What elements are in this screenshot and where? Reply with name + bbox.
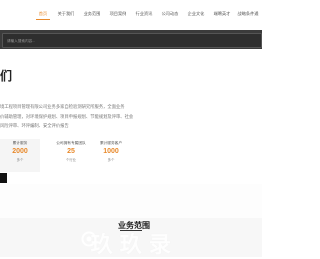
stat-unit: 多个 [107, 158, 115, 162]
nav-item-business[interactable]: 业务范围 [84, 11, 101, 17]
about-title: 们 [0, 69, 13, 83]
nav-item-home[interactable]: 首页 [39, 11, 47, 17]
nav-item-careers[interactable]: 端聘英才 [214, 11, 231, 17]
nav-item-company-news[interactable]: 公司动态 [162, 11, 179, 17]
nav-item-industry-news[interactable]: 行业资讯 [136, 11, 153, 17]
nav-item-culture[interactable]: 企业文化 [188, 11, 205, 17]
stat-value: 2000 [12, 148, 28, 155]
about-line: 境工程项目管理有限公司业务多家自检验测研究所服务，全面业务 [0, 104, 125, 109]
nav-item-strategy[interactable]: 战略条件通 [238, 11, 259, 17]
nav-item-about[interactable]: 关于我们 [58, 11, 75, 17]
about-line: 风险评审、环评编制、安全评价报告 [0, 123, 69, 128]
about-line: 价辅助管理，对环境保护规划、项目申报规划、节能规划及评审、社会 [0, 113, 134, 119]
stat-card-clients: 累计服务客户 1000 多个 [91, 139, 131, 172]
stat-unit: 多个 [16, 158, 24, 162]
top-nav: 首页 关于我们 业务范围 项目案例 行业资讯 公司动态 企业文化 端聘英才 战略… [0, 0, 262, 22]
stat-value: 1000 [103, 148, 119, 155]
stat-card-services: 累计服务 2000 多个 [0, 139, 40, 172]
about-description: 境工程项目管理有限公司业务多家自检验测研究所服务，全面业务 价辅助管理，对环境保… [0, 102, 134, 131]
nav-active-indicator [36, 19, 50, 20]
stat-label: 累计服务客户 [99, 141, 123, 145]
nav-item-cases[interactable]: 项目案例 [110, 11, 127, 17]
search-box [2, 33, 262, 48]
watermark-text: 玖 玖 录 [90, 232, 172, 257]
stat-card-teams: 公司拥有专属团队 25 个行业 [51, 139, 91, 172]
stat-value: 25 [67, 148, 75, 155]
section-band [0, 184, 262, 218]
scroll-top-button[interactable] [0, 173, 7, 183]
stat-label: 累计服务 [12, 141, 28, 145]
stat-label: 公司拥有专属团队 [56, 141, 86, 145]
search-input[interactable] [7, 35, 247, 46]
stat-unit: 个行业 [65, 158, 77, 162]
